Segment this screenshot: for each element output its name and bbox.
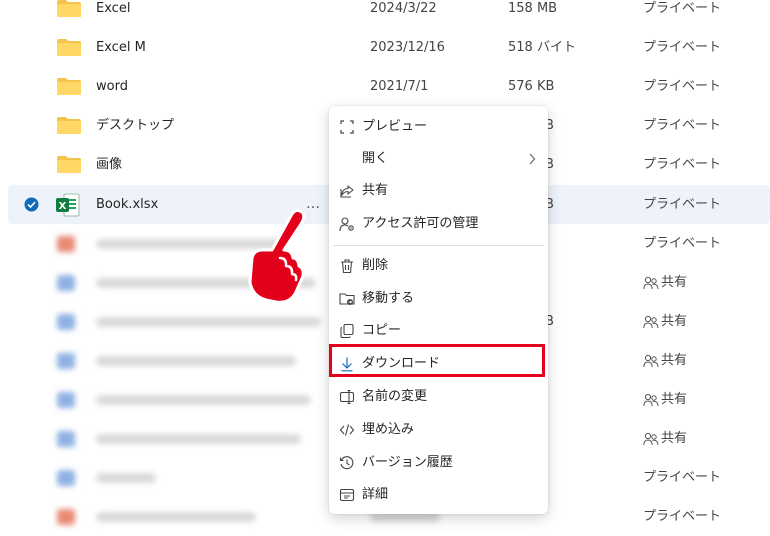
menu-item-embed[interactable]: 埋め込み — [329, 415, 548, 445]
details-icon — [339, 488, 355, 502]
people-settings-icon — [339, 217, 354, 232]
menu-label: 名前の変更 — [362, 389, 428, 404]
file-sharing: 共有 — [643, 419, 687, 458]
file-icon — [57, 431, 75, 447]
pointing-hand-icon — [248, 208, 306, 304]
history-icon — [339, 456, 354, 470]
menu-label: プレビュー — [362, 119, 428, 134]
menu-item-rename[interactable]: 名前の変更 — [329, 382, 548, 412]
file-date: 2023/12/16 — [370, 40, 445, 55]
file-sharing: プライベート — [643, 509, 722, 524]
sharing-label: 共有 — [661, 275, 688, 290]
folder-icon — [57, 78, 81, 95]
file-sharing: 共有 — [643, 341, 687, 380]
file-name[interactable]: 画像 — [96, 145, 122, 184]
file-sharing: プライベート — [643, 1, 722, 16]
trash-icon — [341, 259, 353, 274]
file-icon — [57, 392, 75, 408]
file-sharing: 共有 — [643, 380, 687, 419]
file-icon — [57, 509, 75, 525]
file-size: 576 KB — [508, 79, 555, 94]
menu-separator — [333, 245, 544, 246]
file-row[interactable]: word 2021/7/1 576 KB プライベート — [0, 67, 770, 106]
copy-icon — [340, 323, 354, 339]
blurred-name — [96, 473, 156, 483]
file-row[interactable]: Excel M 2023/12/16 518 バイト プライベート — [0, 28, 770, 67]
file-name[interactable]: デスクトップ — [96, 106, 174, 145]
sharing-label: 共有 — [661, 392, 688, 407]
context-menu: プレビュー 開く 共有 アクセス許可の管理 削除 移動する コピー ダウンロード… — [329, 106, 548, 514]
code-icon — [339, 424, 355, 436]
blurred-name — [96, 395, 311, 405]
sharing-label: 共有 — [661, 431, 688, 446]
sharing-label: 共有 — [661, 353, 688, 368]
file-size: 158 MB — [508, 1, 558, 16]
people-icon — [643, 315, 659, 328]
file-name[interactable]: word — [96, 67, 128, 106]
people-icon — [643, 354, 659, 367]
folder-icon — [57, 0, 81, 17]
menu-label: 詳細 — [362, 487, 389, 502]
file-sharing: プライベート — [643, 197, 722, 212]
file-sharing: 共有 — [643, 302, 687, 341]
file-sharing: 共有 — [643, 263, 687, 302]
menu-item-manage-access[interactable]: アクセス許可の管理 — [329, 209, 548, 239]
menu-item-copy[interactable]: コピー — [329, 316, 548, 346]
rename-icon — [339, 389, 355, 405]
file-date: 2021/7/1 — [370, 79, 429, 94]
share-icon — [340, 185, 354, 198]
menu-item-move[interactable]: 移動する — [329, 284, 548, 314]
menu-label: 削除 — [362, 258, 389, 273]
menu-item-open[interactable]: 開く — [329, 144, 548, 174]
checkmark-circle-icon[interactable] — [24, 197, 39, 212]
menu-label: 共有 — [362, 183, 389, 198]
blurred-name — [96, 317, 321, 327]
people-icon — [643, 393, 659, 406]
file-icon — [57, 353, 75, 369]
file-sharing: プライベート — [643, 157, 722, 172]
menu-item-version-history[interactable]: バージョン履歴 — [329, 448, 548, 478]
folder-move-icon — [339, 293, 355, 305]
file-icon — [57, 275, 75, 291]
blurred-name — [96, 434, 301, 444]
file-name[interactable]: Excel — [96, 0, 130, 28]
folder-icon — [57, 39, 81, 56]
people-icon — [643, 432, 659, 445]
file-sharing: プライベート — [643, 79, 722, 94]
menu-label: 移動する — [362, 291, 415, 306]
sharing-label: 共有 — [661, 314, 688, 329]
file-name[interactable]: Excel M — [96, 28, 146, 67]
menu-label: コピー — [362, 323, 402, 338]
menu-label: 開く — [362, 151, 389, 166]
file-size: 518 バイト — [508, 40, 576, 55]
file-sharing: プライベート — [643, 118, 722, 133]
menu-label: 埋め込み — [362, 422, 415, 437]
menu-item-details[interactable]: 詳細 — [329, 480, 548, 510]
file-name[interactable]: Book.xlsx — [96, 185, 158, 224]
blurred-name — [96, 356, 296, 366]
file-icon — [57, 470, 75, 486]
file-icon — [57, 236, 75, 252]
folder-icon — [57, 156, 81, 173]
excel-file-icon: X — [56, 193, 80, 217]
menu-item-share[interactable]: 共有 — [329, 176, 548, 206]
folder-icon — [57, 117, 81, 134]
menu-item-preview[interactable]: プレビュー — [329, 112, 548, 142]
blurred-name — [96, 512, 256, 522]
menu-label: バージョン履歴 — [362, 455, 453, 470]
file-date: 2024/3/22 — [370, 1, 437, 16]
file-sharing: プライベート — [643, 470, 722, 485]
file-icon — [57, 314, 75, 330]
svg-text:X: X — [59, 201, 67, 212]
file-sharing: プライベート — [643, 236, 722, 251]
menu-item-delete[interactable]: 削除 — [329, 251, 548, 281]
menu-label: アクセス許可の管理 — [362, 216, 479, 231]
file-row[interactable]: Excel 2024/3/22 158 MB プライベート — [0, 0, 770, 28]
chevron-right-icon — [529, 153, 536, 165]
people-icon — [643, 276, 659, 289]
download-highlight-box — [329, 344, 545, 377]
file-sharing: プライベート — [643, 40, 722, 55]
preview-icon — [340, 120, 354, 134]
